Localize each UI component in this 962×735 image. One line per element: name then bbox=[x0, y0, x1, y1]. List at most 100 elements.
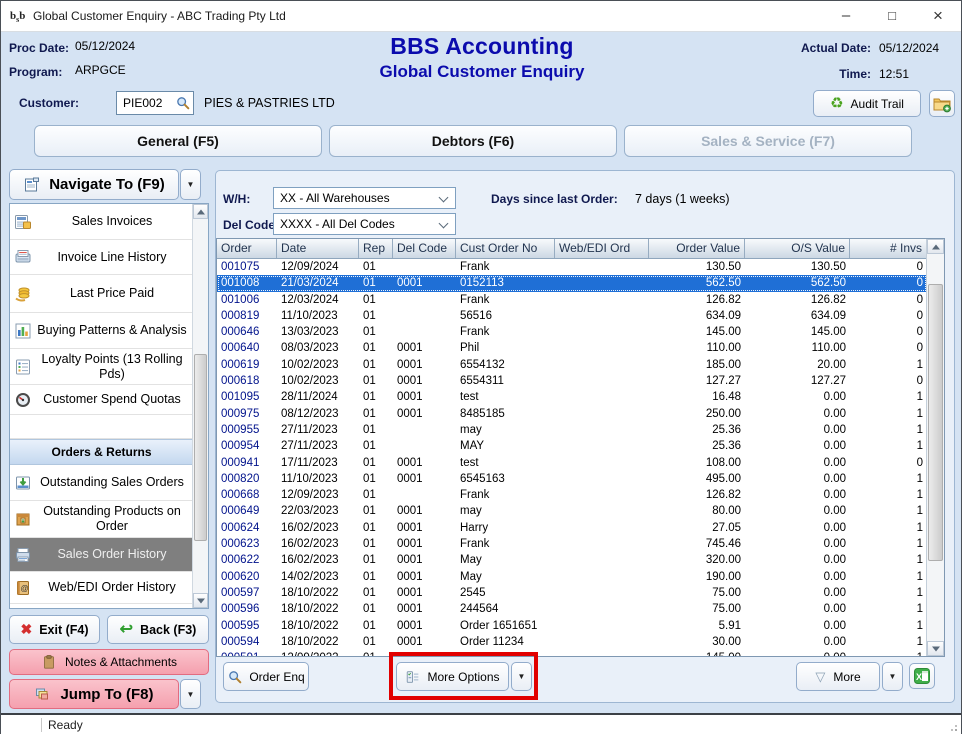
scroll-down-arrow[interactable] bbox=[927, 641, 944, 656]
cell-del-code: 0001 bbox=[393, 455, 456, 471]
add-attachment-button[interactable] bbox=[929, 90, 955, 117]
export-excel-button[interactable]: X bbox=[909, 663, 935, 689]
cell-o-s-value: 0.00 bbox=[745, 406, 850, 422]
more-button[interactable]: ▽ More bbox=[796, 662, 880, 691]
table-row-order-001095[interactable]: 00109528/11/2024010001test16.480.001 bbox=[217, 389, 927, 405]
scrollbar-thumb[interactable] bbox=[928, 284, 943, 561]
cell--invs: 1 bbox=[850, 389, 927, 405]
del-code-select[interactable]: XXXX - All Del Codes bbox=[273, 213, 456, 235]
column-header-del-code[interactable]: Del Code bbox=[393, 239, 456, 258]
column-header-o-s-value[interactable]: O/S Value bbox=[745, 239, 850, 258]
cell-del-code: 0001 bbox=[393, 618, 456, 634]
jump-to-dropdown[interactable]: ▼ bbox=[180, 679, 201, 709]
table-body: 00107512/09/202401Frank130.50130.5000010… bbox=[217, 259, 927, 656]
column-header-order-value[interactable]: Order Value bbox=[649, 239, 745, 258]
cell-web-edi-ord bbox=[555, 406, 649, 422]
customer-code-input[interactable]: PIE002 bbox=[116, 91, 194, 115]
table-row-order-000640[interactable]: 00064008/03/2023010001Phil110.00110.000 bbox=[217, 340, 927, 356]
table-row-order-000955[interactable]: 00095527/11/202301may25.360.001 bbox=[217, 422, 927, 438]
sidebar-item-outstanding-sales-orders[interactable]: Outstanding Sales Orders bbox=[10, 465, 193, 501]
table-row-order-000975[interactable]: 00097508/12/20230100018485185250.000.001 bbox=[217, 406, 927, 422]
more-options-dropdown[interactable]: ▼ bbox=[511, 662, 532, 691]
table-row-order-000622[interactable]: 00062216/02/2023010001May320.000.001 bbox=[217, 552, 927, 568]
cell-cust-order-no: Frank bbox=[456, 324, 555, 340]
warehouse-select[interactable]: XX - All Warehouses bbox=[273, 187, 456, 209]
table-row-order-000646[interactable]: 00064613/03/202301Frank145.00145.000 bbox=[217, 324, 927, 340]
table-row-order-000623[interactable]: 00062316/02/2023010001Frank745.460.001 bbox=[217, 536, 927, 552]
customer-lookup-icon[interactable] bbox=[175, 95, 191, 111]
table-row-order-000649[interactable]: 00064922/03/2023010001may80.000.001 bbox=[217, 503, 927, 519]
exit-button[interactable]: ✖ Exit (F4) bbox=[9, 615, 100, 644]
cell-date: 27/11/2023 bbox=[277, 438, 359, 454]
cell-o-s-value: 0.00 bbox=[745, 487, 850, 503]
scrollbar-thumb[interactable] bbox=[194, 354, 207, 541]
jump-to-button[interactable]: Jump To (F8) bbox=[9, 679, 179, 709]
sidebar-item-invoice-line-history[interactable]: Invoice Line History bbox=[10, 240, 193, 275]
column-header-date[interactable]: Date bbox=[277, 239, 359, 258]
sidebar-item-loyalty-points-13-rolling-pds-[interactable]: Loyalty Points (13 Rolling Pds) bbox=[10, 349, 193, 385]
warehouse-label: W/H: bbox=[223, 192, 250, 206]
sidebar-item-customer-spend-quotas[interactable]: Customer Spend Quotas bbox=[10, 385, 193, 415]
chevron-down-icon: ▼ bbox=[187, 180, 195, 189]
table-row-order-000941[interactable]: 00094117/11/2023010001test108.000.000 bbox=[217, 455, 927, 471]
table-row-order-000619[interactable]: 00061910/02/20230100016554132185.0020.00… bbox=[217, 357, 927, 373]
navigate-to-button[interactable]: Navigate To (F9) bbox=[9, 169, 179, 200]
table-row-order-000954[interactable]: 00095427/11/202301MAY25.360.001 bbox=[217, 438, 927, 454]
tab-debtors-f6-[interactable]: Debtors (F6) bbox=[329, 125, 617, 157]
tab-general-f5-[interactable]: General (F5) bbox=[34, 125, 322, 157]
table-row-order-000668[interactable]: 00066812/09/202301Frank126.820.001 bbox=[217, 487, 927, 503]
sidebar-item-sales-order-history[interactable]: Sales Order History bbox=[10, 538, 193, 572]
scroll-up-arrow[interactable] bbox=[927, 239, 944, 254]
cell-web-edi-ord bbox=[555, 389, 649, 405]
cell-cust-order-no: test bbox=[456, 455, 555, 471]
scroll-down-arrow[interactable] bbox=[193, 593, 208, 608]
table-row-order-000591[interactable]: 00059112/09/202201Frank145.000.001 bbox=[217, 650, 927, 656]
close-button[interactable]: × bbox=[915, 1, 961, 30]
column-header-order[interactable]: Order bbox=[217, 239, 277, 258]
table-row-order-000595[interactable]: 00059518/10/2022010001Order 16516515.910… bbox=[217, 618, 927, 634]
table-row-order-000620[interactable]: 00062014/02/2023010001May190.000.001 bbox=[217, 569, 927, 585]
resize-grip[interactable] bbox=[955, 729, 957, 731]
table-row-order-000596[interactable]: 00059618/10/202201000124456475.000.001 bbox=[217, 601, 927, 617]
navigation-items: Sales InvoicesInvoice Line HistoryLast P… bbox=[10, 204, 193, 608]
order-enq-button[interactable]: Order Enq bbox=[223, 662, 309, 691]
minimize-button[interactable]: – bbox=[823, 1, 869, 30]
table-scrollbar[interactable] bbox=[926, 239, 944, 656]
notes-attachments-button[interactable]: Notes & Attachments bbox=[9, 649, 209, 675]
more-dropdown[interactable]: ▼ bbox=[882, 662, 903, 691]
sidebar-item-sales-invoices[interactable]: Sales Invoices bbox=[10, 204, 193, 240]
sidebar-item-outstanding-products-on-order[interactable]: Outstanding Products on Order bbox=[10, 501, 193, 538]
table-row-order-001008[interactable]: 00100821/03/20240100010152113562.50562.5… bbox=[217, 275, 927, 291]
cell-web-edi-ord bbox=[555, 275, 649, 291]
navigate-to-dropdown[interactable]: ▼ bbox=[180, 169, 201, 200]
table-row-order-000624[interactable]: 00062416/02/2023010001Harry27.050.001 bbox=[217, 520, 927, 536]
sidebar-item-web-edi-order-history[interactable]: @Web/EDI Order History bbox=[10, 572, 193, 604]
table-row-order-000618[interactable]: 00061810/02/20230100016554311127.27127.2… bbox=[217, 373, 927, 389]
table-row-order-000820[interactable]: 00082011/10/20230100016545163495.000.001 bbox=[217, 471, 927, 487]
back-button[interactable]: ↩ Back (F3) bbox=[107, 615, 209, 644]
audit-trail-button[interactable]: ♻ Audit Trail bbox=[813, 90, 921, 117]
table-row-order-000819[interactable]: 00081911/10/20230156516634.09634.090 bbox=[217, 308, 927, 324]
cell-o-s-value: 126.82 bbox=[745, 292, 850, 308]
cell--invs: 1 bbox=[850, 634, 927, 650]
table-row-order-000594[interactable]: 00059418/10/2022010001Order 1123430.000.… bbox=[217, 634, 927, 650]
sidebar-item-buying-patterns-analysis[interactable]: Buying Patterns & Analysis bbox=[10, 313, 193, 349]
sidebar-item-last-price-paid[interactable]: Last Price Paid bbox=[10, 275, 193, 313]
table-row-order-000597[interactable]: 00059718/10/2022010001254575.000.001 bbox=[217, 585, 927, 601]
maximize-button[interactable]: □ bbox=[869, 1, 915, 30]
column-header-rep[interactable]: Rep bbox=[359, 239, 393, 258]
table-row-order-001006[interactable]: 00100612/03/202401Frank126.82126.820 bbox=[217, 292, 927, 308]
table-row-order-001075[interactable]: 00107512/09/202401Frank130.50130.500 bbox=[217, 259, 927, 275]
cell-order: 000595 bbox=[217, 618, 277, 634]
sidebar-scrollbar[interactable] bbox=[192, 204, 208, 608]
cell-order: 001095 bbox=[217, 389, 277, 405]
cell-date: 27/11/2023 bbox=[277, 422, 359, 438]
scroll-up-arrow[interactable] bbox=[193, 204, 208, 219]
column-header-cust-order-no[interactable]: Cust Order No bbox=[456, 239, 555, 258]
cell-date: 16/02/2023 bbox=[277, 552, 359, 568]
cell-cust-order-no: Frank bbox=[456, 650, 555, 656]
more-options-button[interactable]: More Options bbox=[396, 662, 509, 691]
column-header--invs[interactable]: # Invs bbox=[850, 239, 927, 258]
cell-rep: 01 bbox=[359, 552, 393, 568]
column-header-web-edi-ord[interactable]: Web/EDI Ord bbox=[555, 239, 649, 258]
